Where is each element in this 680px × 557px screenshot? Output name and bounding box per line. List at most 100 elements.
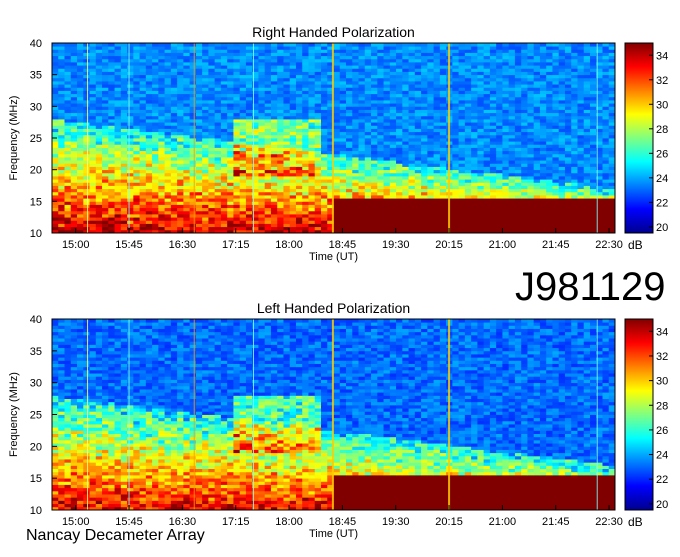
intensity-cell — [352, 90, 359, 95]
intensity-cell — [371, 201, 378, 205]
intensity-cell — [314, 84, 322, 88]
intensity-cell — [120, 217, 128, 221]
intensity-cell — [589, 195, 597, 199]
intensity-cell — [389, 131, 397, 136]
intensity-cell — [514, 185, 522, 190]
intensity-cell — [552, 100, 560, 104]
intensity-cell — [108, 204, 115, 209]
intensity-cell — [521, 166, 528, 171]
intensity-cell — [270, 204, 278, 209]
intensity-cell — [577, 74, 585, 79]
intensity-cell — [158, 185, 165, 190]
intensity-cell — [558, 71, 566, 76]
intensity-cell — [233, 163, 241, 167]
intensity-cell — [120, 179, 128, 183]
intensity-cell — [164, 157, 172, 161]
intensity-cell — [277, 182, 284, 186]
intensity-cell — [152, 157, 159, 161]
intensity-cell — [302, 68, 309, 72]
intensity-cell — [558, 220, 566, 224]
intensity-cell — [183, 71, 191, 76]
intensity-cell — [558, 62, 566, 66]
intensity-cell — [102, 172, 109, 177]
intensity-cell — [383, 160, 391, 164]
intensity-cell — [527, 223, 535, 228]
intensity-cell — [133, 119, 140, 123]
intensity-cell — [439, 71, 447, 76]
intensity-cell — [514, 198, 522, 202]
intensity-cell — [427, 157, 434, 161]
intensity-cell — [383, 179, 391, 183]
intensity-cell — [164, 84, 172, 88]
intensity-cell — [264, 96, 272, 101]
intensity-cell — [483, 68, 491, 72]
intensity-cell — [258, 226, 266, 231]
intensity-cell — [571, 201, 578, 205]
intensity-cell — [158, 65, 165, 69]
intensity-cell — [414, 65, 422, 69]
intensity-cell — [52, 191, 59, 196]
intensity-cell — [208, 163, 216, 167]
intensity-cell — [302, 163, 309, 167]
intensity-cell — [514, 220, 522, 224]
intensity-cell — [58, 188, 65, 193]
intensity-cell — [364, 217, 372, 221]
intensity-cell — [52, 176, 59, 180]
intensity-cell — [333, 84, 341, 88]
intensity-cell — [314, 166, 322, 171]
intensity-cell — [464, 188, 472, 193]
intensity-cell — [564, 214, 572, 218]
intensity-cell — [152, 134, 159, 139]
intensity-cell — [277, 119, 284, 123]
intensity-cell — [177, 103, 184, 107]
intensity-cell — [458, 87, 466, 91]
intensity-cell — [258, 207, 266, 212]
intensity-cell — [202, 115, 209, 120]
intensity-cell — [189, 147, 197, 152]
intensity-cell — [220, 179, 228, 183]
intensity-cell — [502, 84, 510, 88]
intensity-cell — [120, 55, 128, 60]
intensity-cell — [202, 58, 209, 63]
intensity-cell — [608, 166, 616, 171]
intensity-cell — [164, 204, 172, 209]
intensity-cell — [177, 125, 184, 129]
intensity-cell — [108, 138, 115, 142]
intensity-cell — [214, 153, 222, 158]
intensity-cell — [283, 96, 291, 101]
intensity-cell — [220, 62, 228, 66]
intensity-cell — [602, 210, 610, 215]
intensity-cell — [89, 223, 97, 228]
intensity-cell — [402, 74, 409, 79]
intensity-cell — [577, 150, 585, 155]
intensity-cell — [314, 201, 322, 205]
intensity-cell — [527, 157, 535, 161]
intensity-cell — [464, 214, 472, 218]
intensity-cell — [108, 128, 115, 133]
intensity-cell — [352, 172, 359, 177]
intensity-cell — [283, 109, 291, 114]
intensity-cell — [533, 119, 541, 123]
intensity-cell — [552, 166, 560, 171]
intensity-cell — [458, 122, 466, 126]
intensity-cell — [396, 210, 403, 215]
intensity-cell — [189, 204, 197, 209]
intensity-cell — [583, 90, 591, 95]
intensity-cell — [364, 195, 372, 199]
intensity-cell — [339, 223, 347, 228]
intensity-cell — [58, 207, 65, 212]
intensity-cell — [233, 125, 241, 129]
intensity-cell — [183, 81, 191, 85]
intensity-cell — [258, 182, 266, 186]
intensity-cell — [514, 87, 522, 91]
intensity-cell — [64, 160, 72, 164]
intensity-cell — [152, 188, 159, 193]
intensity-cell — [127, 185, 134, 190]
intensity-cell — [170, 122, 178, 126]
intensity-cell — [464, 106, 472, 110]
intensity-cell — [220, 125, 228, 129]
intensity-cell — [270, 122, 278, 126]
intensity-cell — [558, 166, 566, 171]
intensity-cell — [477, 138, 485, 142]
intensity-cell — [358, 185, 366, 190]
